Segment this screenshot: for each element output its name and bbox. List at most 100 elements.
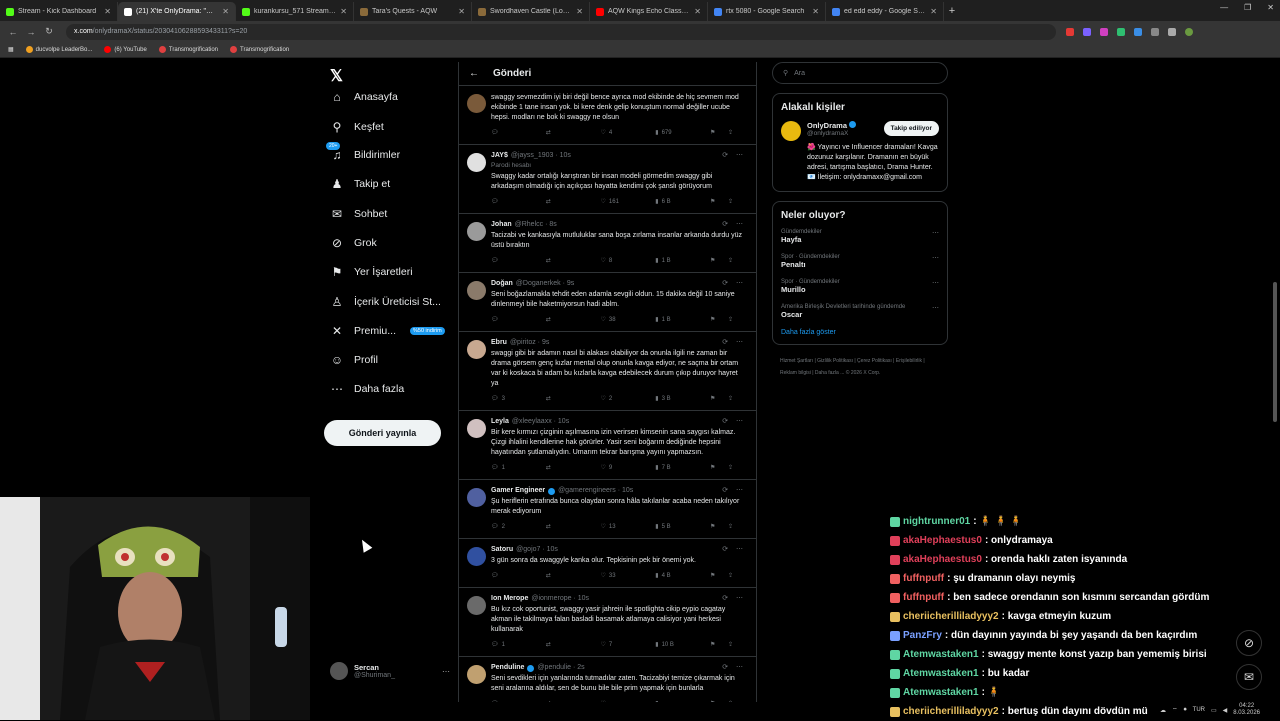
- extension-icon[interactable]: [1083, 27, 1091, 36]
- nav-item-follow[interactable]: ♟ Takip et: [330, 177, 391, 191]
- bookmark-icon[interactable]: ⚑: [710, 640, 728, 650]
- extension-icon[interactable]: [1134, 27, 1142, 36]
- more-icon[interactable]: ⟳ ⋯: [722, 486, 746, 496]
- browser-tab[interactable]: AQW Kings Echo Class Full Wal... ✕: [590, 2, 708, 21]
- tray-icon[interactable]: ☁: [1160, 707, 1166, 714]
- like-button[interactable]: ♡ 161: [601, 197, 656, 207]
- more-icon[interactable]: ⟳ ⋯: [722, 338, 746, 348]
- close-tab-icon[interactable]: ✕: [458, 7, 465, 16]
- avatar[interactable]: [467, 419, 486, 438]
- more-icon[interactable]: ⟳ ⋯: [722, 663, 746, 673]
- bookmark-item[interactable]: Transmogrification: [230, 46, 289, 53]
- tweet[interactable]: Gamer Engineer @gamerengineers · 10s ⟳ ⋯ Şu…: [459, 480, 756, 539]
- nav-item-bookmark[interactable]: ⚑ Yer İşaretleri: [330, 265, 413, 279]
- views-button[interactable]: ▮ 1 B: [655, 315, 710, 325]
- nav-item-search[interactable]: ⚲ Keşfet: [330, 120, 384, 134]
- views-button[interactable]: ▮ 3 B: [655, 394, 710, 404]
- tweet[interactable]: Johan @Rhelcc · 8s ⟳ ⋯ Tacizabi ve kankasıy…: [459, 214, 756, 273]
- grok-icon[interactable]: ⊘: [1236, 630, 1262, 656]
- language-indicator[interactable]: TUR: [1193, 707, 1205, 713]
- views-button[interactable]: ▮ 7 B: [655, 463, 710, 473]
- retweet-button[interactable]: ⇄: [546, 640, 601, 650]
- share-icon[interactable]: ⇪: [728, 128, 746, 138]
- share-icon[interactable]: ⇪: [728, 256, 746, 266]
- mic-icon[interactable]: ⏺: [1184, 707, 1187, 714]
- minimize-icon[interactable]: —: [1220, 3, 1228, 12]
- tweet[interactable]: JAY$ @jayss_1903 · 10s ⟳ ⋯ Parodi hesabı Swa…: [459, 145, 756, 214]
- like-button[interactable]: ♡ 13: [601, 522, 656, 532]
- tweet[interactable]: Penduline @pendulie · 2s ⟳ ⋯ Seni sevdikler…: [459, 657, 756, 702]
- nav-item-mail[interactable]: ✉ Sohbet: [330, 207, 387, 221]
- chat-username[interactable]: nightrunner01: [903, 512, 970, 531]
- bookmark-icon[interactable]: ⚑: [710, 571, 728, 581]
- reply-button[interactable]: 💬︎: [491, 256, 546, 266]
- like-button[interactable]: ♡ 33: [601, 571, 656, 581]
- avatar[interactable]: [467, 596, 486, 615]
- tweet-author[interactable]: Ion Merope: [491, 594, 528, 604]
- avatar[interactable]: [467, 547, 486, 566]
- avatar[interactable]: [781, 121, 801, 141]
- bookmark-icon[interactable]: ⚑: [710, 394, 728, 404]
- bookmark-item[interactable]: ducvolpe LeaderBo...: [25, 46, 92, 53]
- reply-button[interactable]: 💬︎: [491, 128, 546, 138]
- clock[interactable]: 04:22 8.03.2026: [1233, 703, 1260, 717]
- chat-username[interactable]: PanzFry: [903, 626, 942, 645]
- bookmark-icon[interactable]: ⚑: [710, 699, 728, 702]
- retweet-button[interactable]: ⇄: [546, 522, 601, 532]
- views-button[interactable]: ▮ 4 B: [655, 571, 710, 581]
- messages-icon[interactable]: ✉: [1236, 664, 1262, 690]
- nav-item-grok[interactable]: ⊘ Grok: [330, 236, 377, 250]
- browser-tab[interactable]: ed edd eddy - Google Search ✕: [826, 2, 944, 21]
- share-icon[interactable]: ⇪: [728, 394, 746, 404]
- chat-username[interactable]: fuffnpuff: [903, 569, 944, 588]
- trend-item[interactable]: Spor · Gündemdekiler Murillo ⋯: [781, 279, 939, 294]
- bookmark-icon[interactable]: ⚑: [710, 256, 728, 266]
- reply-button[interactable]: 💬︎: [491, 571, 546, 581]
- reply-button[interactable]: 💬︎ 1: [491, 640, 546, 650]
- maximize-icon[interactable]: ❐: [1244, 3, 1251, 12]
- close-tab-icon[interactable]: ✕: [576, 7, 583, 16]
- close-tab-icon[interactable]: ✕: [812, 7, 819, 16]
- avatar[interactable]: [467, 153, 486, 172]
- scrollbar-thumb[interactable]: [1273, 282, 1277, 422]
- browser-tab[interactable]: Swordhaven Castle (Location)✕: [472, 2, 590, 21]
- browser-tab[interactable]: Tara's Quests - AQW ✕: [354, 2, 472, 21]
- avatar[interactable]: [467, 281, 486, 300]
- show-more-link[interactable]: Daha fazla göster: [781, 329, 939, 336]
- nav-item-more[interactable]: ⋯ Daha fazla: [330, 382, 404, 396]
- more-icon[interactable]: ⋯: [932, 279, 939, 287]
- avatar[interactable]: [467, 222, 486, 241]
- views-button[interactable]: ▮ 679: [655, 128, 710, 138]
- reply-button[interactable]: 💬︎ 2: [491, 522, 546, 532]
- more-icon[interactable]: ⟳ ⋯: [722, 151, 746, 161]
- tweet-author[interactable]: Gamer Engineer: [491, 486, 545, 496]
- reply-button[interactable]: 💬︎: [491, 197, 546, 207]
- avatar[interactable]: [1185, 27, 1193, 36]
- more-icon[interactable]: ⟳ ⋯: [722, 594, 746, 604]
- trend-item[interactable]: Gündemdekiler Hayfa ⋯: [781, 229, 939, 244]
- views-button[interactable]: ▮ 5 B: [655, 522, 710, 532]
- bookmark-icon[interactable]: ⚑: [710, 197, 728, 207]
- views-button[interactable]: ▮: [655, 699, 710, 702]
- extension-icon[interactable]: [1168, 27, 1176, 36]
- like-button[interactable]: ♡ 9: [601, 463, 656, 473]
- retweet-button[interactable]: ⇄: [546, 699, 601, 702]
- tweet-author[interactable]: Penduline: [491, 663, 524, 673]
- close-tab-icon[interactable]: ✕: [104, 7, 111, 16]
- reply-button[interactable]: 💬︎: [491, 699, 546, 702]
- more-icon[interactable]: ⟳ ⋯: [722, 279, 746, 289]
- close-tab-icon[interactable]: ✕: [694, 7, 701, 16]
- bookmark-icon[interactable]: ⚑: [710, 522, 728, 532]
- chat-username[interactable]: cheriicherilliladyyy2: [903, 607, 999, 626]
- back-icon[interactable]: ←: [6, 27, 20, 37]
- close-tab-icon[interactable]: ✕: [340, 7, 347, 16]
- nav-item-x[interactable]: ✕ Premiu... %50 indirim: [330, 324, 445, 338]
- chat-username[interactable]: Atemwastaken1: [903, 664, 979, 683]
- wifi-icon[interactable]: ⌔: [1172, 706, 1178, 714]
- share-icon[interactable]: ⇪: [728, 699, 746, 702]
- close-tab-icon[interactable]: ✕: [930, 7, 937, 16]
- new-tab-button[interactable]: +: [944, 2, 960, 21]
- reply-button[interactable]: 💬︎: [491, 315, 546, 325]
- more-icon[interactable]: ⋯: [932, 229, 939, 237]
- chat-username[interactable]: Atemwastaken1: [903, 683, 979, 702]
